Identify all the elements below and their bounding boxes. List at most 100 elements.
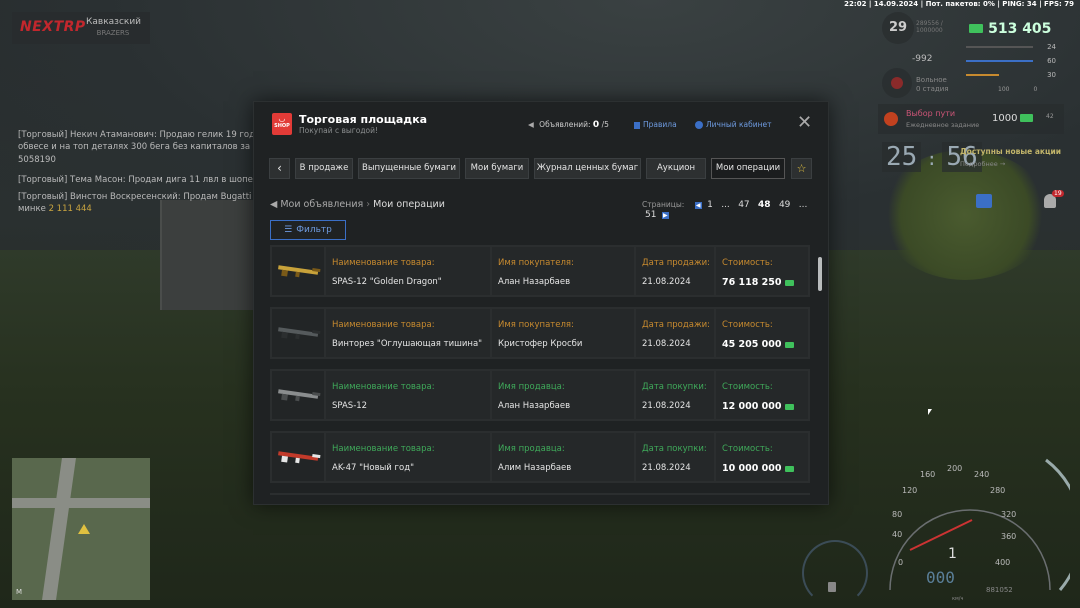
minimap-road (12, 498, 150, 508)
task-title: Выбор пути (906, 109, 956, 118)
scrollbar[interactable] (818, 257, 822, 291)
back-button[interactable]: ‹ (269, 158, 290, 179)
tab-my-papers[interactable]: Мои бумаги (465, 158, 529, 179)
megaphone-icon: ◀ (270, 199, 278, 210)
calendar-icon[interactable] (976, 194, 992, 208)
ads-label: Объявлений: (539, 120, 591, 129)
person-name: Алим Назарбаев (498, 463, 572, 473)
person-name: Алан Назарбаев (498, 401, 571, 411)
speed-tick: 400 (995, 558, 1011, 567)
timer-hours: 25 (882, 142, 922, 172)
tab-securities-journal[interactable]: Журнал ценных бумаг (534, 158, 641, 179)
server-title: Кавказский (86, 17, 142, 27)
ads-max: /5 (601, 120, 609, 129)
server-subtitle: BRAZERS (96, 29, 130, 37)
thirst-value: 100 (998, 85, 1010, 93)
task-reward: 1000 (992, 113, 1034, 124)
daily-task-panel[interactable]: Выбор пути Ежедневное задание 1000 42 (878, 104, 1064, 134)
person-cell: Имя покупателя: Алан Назарбаев (492, 247, 634, 295)
speed-tick: 280 (990, 486, 1006, 495)
breadcrumb-root[interactable]: Мои объявления (280, 199, 363, 210)
date-cell: Дата продажи: 21.08.2024 (636, 247, 714, 295)
tab-for-sale[interactable]: В продаже (295, 158, 353, 179)
item-thumbnail (272, 309, 324, 357)
speed-tick: 80 (892, 510, 903, 519)
armor-value: 60 (1047, 57, 1056, 65)
filter-label: Фильтр (296, 225, 332, 235)
page-link[interactable]: 1 (707, 200, 713, 210)
price-display: 76 118 250 (722, 277, 794, 288)
date-cell: Дата покупки: 21.08.2024 (636, 433, 714, 481)
person-label: Имя покупателя: (498, 258, 574, 268)
item-name: Винторез "Оглушающая тишина" (332, 339, 483, 349)
price-display: 10 000 000 (722, 463, 794, 474)
actions-more-link[interactable]: Подробнее → (960, 160, 1005, 168)
speed-unit: км/ч (952, 596, 964, 602)
breadcrumb-current: Мои операции (373, 199, 445, 210)
person-name: Алан Назарбаев (498, 277, 571, 287)
page-link[interactable]: 51 (645, 210, 656, 220)
operation-row[interactable]: Наименование товара: SPAS-12 Имя продавца:… (270, 369, 810, 421)
favorite-star-icon[interactable]: ☆ (791, 158, 812, 179)
item-thumbnail (272, 247, 324, 295)
date-label: Дата покупки: (642, 444, 707, 454)
minimap-label: M (16, 588, 23, 596)
operation-row[interactable]: Наименование товара: Винторез "Оглушающая… (270, 307, 810, 359)
item-cell: Наименование товара: SPAS-12 "Golden Drag… (326, 247, 490, 295)
cash-icon (784, 403, 794, 410)
page-ellipsis: ... (798, 200, 808, 210)
status-bar: 22:02 | 14.09.2024 | Пот. пакетов: 0% | … (844, 0, 1074, 8)
health-bar (966, 46, 1034, 48)
wanted-icon (882, 68, 912, 98)
tab-auction[interactable]: Аукцион (646, 158, 706, 179)
cabinet-link[interactable]: Личный кабинет (695, 120, 772, 129)
level-badge: 29 (882, 12, 914, 44)
chat-log: [Торговый] Некич Атаманович: Продаю гели… (18, 56, 283, 216)
next-page-icon[interactable]: ▶ (661, 211, 669, 219)
money-value: 513 405 (988, 21, 1052, 37)
price-label: Стоимость: (722, 320, 773, 330)
pagination-label: Страницы: (642, 200, 685, 209)
rules-icon (634, 121, 640, 129)
rules-link[interactable]: Правила (634, 120, 677, 129)
fuel-icon (828, 582, 836, 592)
item-label: Наименование товара: (332, 382, 435, 392)
mouse-cursor-icon (928, 409, 932, 415)
speedometer: 0 40 80 120 160 200 240 280 320 360 400 … (870, 440, 1070, 608)
wanted-label: Вольное (916, 76, 947, 84)
close-icon[interactable]: ✕ (797, 114, 812, 132)
person-cell: Имя продавца: Алан Назарбаев (492, 371, 634, 419)
task-count: 42 (1046, 113, 1054, 120)
odometer: 881052 (986, 586, 1013, 594)
price-label: Стоимость: (722, 382, 773, 392)
filter-icon: ☰ (284, 225, 293, 235)
date-value: 21.08.2024 (642, 463, 691, 473)
modal-subtitle: Покупай с выгодой! (299, 126, 378, 135)
chat-line: [Торговый] Некич Атаманович: Продаю гели… (18, 129, 268, 165)
operation-row[interactable]: Наименование товара: SPAS-12 "Golden Drag… (270, 245, 810, 297)
price-value: 45 205 000 (722, 339, 782, 350)
exp-value: 289556 / 1000000 (916, 20, 943, 34)
operation-row[interactable]: Наименование товара: AK-47 "Новый год" Имя… (270, 431, 810, 483)
page-link[interactable]: 49 (779, 200, 790, 210)
timer-colon: : (926, 149, 938, 170)
chat-blurred-line (18, 56, 283, 69)
page-current[interactable]: 48 (758, 200, 771, 210)
minimap[interactable]: M (12, 458, 150, 600)
date-cell: Дата покупки: 21.08.2024 (636, 371, 714, 419)
tab-issued-papers[interactable]: Выпущенные бумаги (358, 158, 460, 179)
shop-logo-icon: ◡ SHOP (272, 113, 292, 135)
page-link[interactable]: 47 (738, 200, 749, 210)
price-cell: Стоимость: 76 118 250 (716, 247, 808, 295)
prev-page-icon[interactable]: ◀ (694, 201, 702, 209)
health-value: 24 (1047, 43, 1056, 51)
actions-title[interactable]: Доступны новые акции (960, 147, 1061, 156)
filter-button[interactable]: ☰ Фильтр (270, 220, 346, 240)
modal-title: Торговая площадка (299, 113, 428, 126)
tab-my-operations[interactable]: Мои операции (711, 158, 785, 179)
cash-icon (784, 465, 794, 472)
cabinet-label: Личный кабинет (706, 120, 772, 129)
item-thumbnail (272, 371, 324, 419)
player-marker-icon (78, 524, 90, 534)
wanted-text: Вольное 0 стадия (916, 76, 949, 94)
